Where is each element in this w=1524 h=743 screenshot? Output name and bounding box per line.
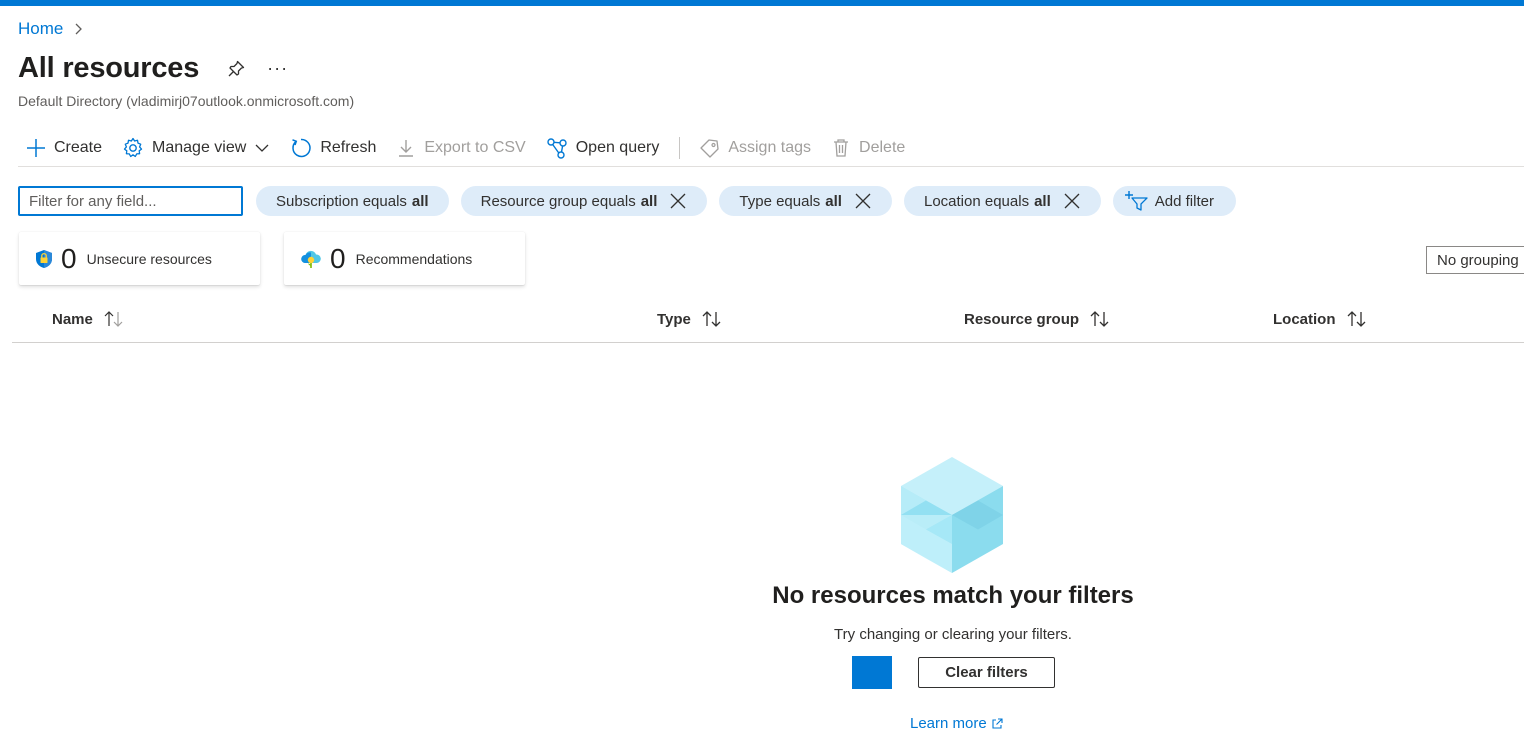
more-options-icon[interactable]: ··· — [267, 58, 288, 79]
filter-pill-value: all — [1034, 192, 1051, 210]
primary-action-button[interactable] — [852, 656, 892, 689]
clear-filters-button[interactable]: Clear filters — [918, 657, 1055, 688]
page-subtitle: Default Directory (vladimirj07outlook.on… — [18, 93, 355, 109]
empty-state-subtitle: Try changing or clearing your filters. — [834, 626, 1072, 643]
toolbar-divider — [679, 137, 681, 159]
title-row: All resources ··· — [18, 52, 288, 85]
sort-icon — [1346, 310, 1368, 328]
filter-pill-subscription[interactable]: Subscription equals all — [256, 186, 449, 216]
recommendations-count: 0 — [330, 242, 346, 274]
command-bar: Create Manage view Refresh Export to CSV… — [18, 130, 1524, 167]
tag-icon — [700, 139, 719, 158]
assign-tags-label: Assign tags — [728, 139, 812, 156]
shield-lock-icon — [36, 249, 52, 268]
filter-pill-field: Subscription equals — [276, 192, 407, 210]
gear-icon — [123, 137, 143, 158]
cloud-advisor-icon — [301, 250, 321, 268]
learn-more-link[interactable]: Learn more — [910, 715, 1003, 732]
add-filter-label: Add filter — [1154, 192, 1214, 210]
open-query-label: Open query — [575, 139, 660, 156]
assign-tags-button[interactable]: Assign tags — [690, 133, 821, 163]
query-graph-icon — [547, 138, 567, 159]
filter-pill-value: all — [640, 192, 658, 210]
filter-pill-value: all — [411, 192, 429, 210]
manage-view-label: Manage view — [152, 139, 247, 156]
delete-label: Delete — [859, 139, 906, 156]
column-header-label: Location — [1273, 310, 1336, 328]
sort-ascending-icon — [103, 310, 125, 328]
close-icon[interactable] — [854, 192, 872, 210]
external-link-icon — [992, 717, 1003, 729]
learn-more-label: Learn more — [910, 715, 987, 732]
filter-search-input[interactable] — [18, 186, 243, 216]
export-csv-label: Export to CSV — [424, 139, 526, 156]
chevron-right-icon — [71, 22, 85, 36]
column-header-name[interactable]: Name — [52, 310, 125, 328]
filter-pill-field: Location equals — [923, 192, 1030, 210]
column-header-label: Resource group — [964, 310, 1080, 328]
unsecure-resources-count: 0 — [61, 242, 77, 274]
open-query-button[interactable]: Open query — [536, 133, 670, 163]
manage-view-button[interactable]: Manage view — [112, 133, 280, 163]
close-icon[interactable] — [1063, 192, 1081, 210]
filter-pill-resource-group[interactable]: Resource group equals all — [460, 186, 708, 216]
unsecure-resources-label: Unsecure resources — [86, 250, 212, 267]
sort-icon — [701, 310, 723, 328]
column-header-label: Type — [657, 310, 691, 328]
column-header-location[interactable]: Location — [1273, 310, 1368, 328]
page-title: All resources — [18, 52, 200, 84]
empty-state-title: No resources match your filters — [772, 582, 1134, 609]
unsecure-resources-card[interactable]: 0 Unsecure resources — [19, 232, 260, 285]
refresh-label: Refresh — [320, 139, 377, 156]
chevron-down-icon — [255, 144, 269, 152]
filter-pill-value: all — [825, 192, 842, 210]
add-filter-icon — [1124, 191, 1148, 211]
export-csv-button[interactable]: Export to CSV — [386, 133, 535, 163]
filter-pill-type[interactable]: Type equals all — [719, 186, 892, 216]
filter-pill-field: Type equals — [739, 192, 821, 210]
column-header-resource-group[interactable]: Resource group — [964, 310, 1111, 328]
breadcrumb: Home — [18, 19, 85, 39]
grouping-dropdown[interactable]: No grouping — [1426, 246, 1524, 274]
close-icon[interactable] — [669, 192, 687, 210]
portal-top-bar — [0, 0, 1524, 6]
column-header-type[interactable]: Type — [657, 310, 723, 328]
empty-cube-icon — [901, 457, 1003, 573]
filter-bar: Subscription equalsall Resource group eq… — [18, 186, 1236, 216]
add-filter-button[interactable]: Add filter — [1112, 186, 1236, 216]
table-header: Name Type Resource group Location — [12, 300, 1524, 343]
create-label: Create — [54, 139, 103, 156]
filter-pill-location[interactable]: Location equals all — [903, 186, 1101, 216]
breadcrumb-home-link[interactable]: Home — [18, 19, 63, 39]
delete-button[interactable]: Delete — [821, 133, 915, 163]
recommendations-card[interactable]: 0 Recommendations — [284, 232, 525, 285]
recommendations-label: Recommendations — [355, 250, 473, 267]
column-header-label: Name — [52, 310, 93, 328]
trash-icon — [834, 139, 849, 157]
plus-icon — [27, 139, 45, 157]
filter-pill-field: Resource group equals — [480, 192, 636, 210]
refresh-button[interactable]: Refresh — [280, 133, 386, 163]
pin-icon[interactable] — [225, 58, 247, 80]
sort-icon — [1089, 310, 1111, 328]
refresh-icon — [292, 138, 312, 158]
download-icon — [399, 140, 414, 157]
create-button[interactable]: Create — [18, 133, 112, 163]
